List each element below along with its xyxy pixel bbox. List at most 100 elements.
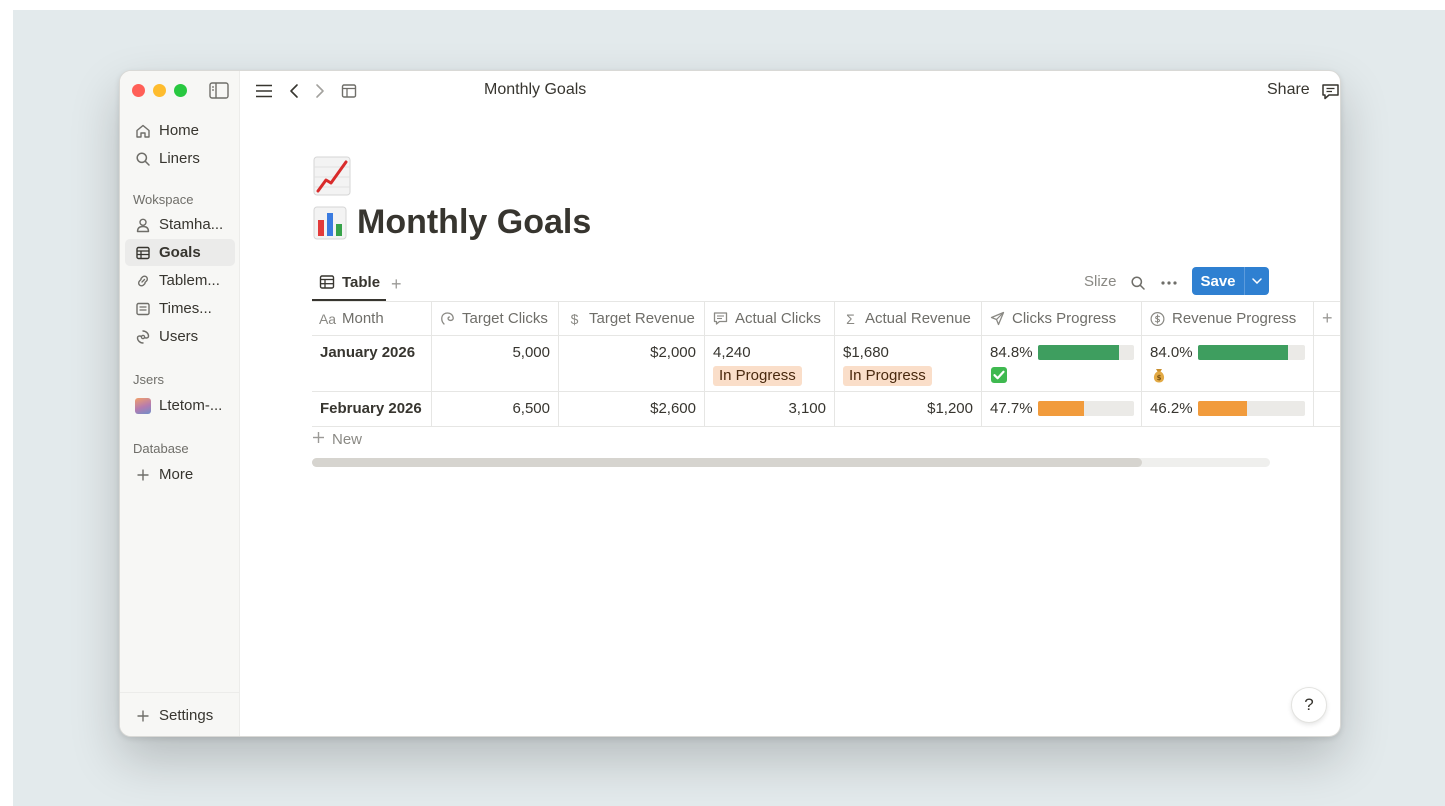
users-icon (135, 329, 151, 345)
add-view-button[interactable]: + (391, 274, 402, 295)
cell-clicks-progress[interactable]: 84.8% (982, 336, 1142, 391)
page-title: Monthly Goals (357, 203, 592, 241)
bar-chart-emoji (313, 206, 347, 240)
sidebar-item-goals[interactable]: Goals (125, 239, 235, 266)
search-icon[interactable] (1129, 274, 1147, 292)
cell-target-revenue[interactable]: $2,000 (559, 336, 705, 391)
column-header-target-revenue[interactable]: $ Target Revenue (559, 302, 705, 335)
progress-bar-fill (1038, 401, 1084, 416)
table-row[interactable]: January 2026 5,000 $2,000 4,240 In Progr… (312, 336, 1340, 392)
page-title-row: Monthly Goals (313, 203, 591, 242)
sidebar-toggle-icon[interactable] (209, 82, 229, 99)
breadcrumb[interactable]: Monthly Goals (484, 81, 586, 99)
table-icon (135, 245, 151, 261)
forward-icon[interactable] (310, 81, 330, 101)
settings-label: Settings (159, 707, 214, 724)
progress-bar (1198, 345, 1305, 360)
save-button[interactable]: Save (1192, 267, 1269, 295)
column-header-revenue-progress[interactable]: Revenue Progress (1142, 302, 1314, 335)
cell-revenue-progress[interactable]: 46.2% (1142, 392, 1314, 426)
sidebar-item-stamha[interactable]: Stamha... (125, 211, 235, 238)
help-button[interactable]: ? (1291, 687, 1327, 723)
column-header-actual-clicks[interactable]: Actual Clicks (705, 302, 835, 335)
sidebar-item-label: Tablem... (159, 272, 220, 289)
sidebar-item-tablem[interactable]: Tablem... (125, 267, 235, 294)
horizontal-scrollbar[interactable] (312, 458, 1270, 467)
comment-icon[interactable] (1320, 81, 1340, 101)
window-controls (132, 84, 187, 97)
settings-button[interactable]: Settings (125, 702, 235, 729)
column-header-actual-revenue[interactable]: Σ Actual Revenue (835, 302, 982, 335)
sidebar-item-label: Liners (159, 150, 200, 167)
pointer-icon (440, 311, 455, 326)
add-column-button[interactable]: + (1314, 302, 1340, 335)
progress-bar-fill (1198, 345, 1288, 360)
cell-target-revenue[interactable]: $2,600 (559, 392, 705, 426)
text-property-icon: Aa (318, 310, 337, 327)
check-mark-emoji (990, 366, 1008, 384)
plus-icon (312, 431, 325, 448)
svg-text:$: $ (1157, 374, 1162, 382)
tab-table[interactable]: Table (312, 265, 386, 301)
sidebar-footer: Settings (120, 692, 239, 736)
cell-month[interactable]: February 2026 (312, 392, 432, 426)
avatar (135, 397, 151, 414)
menu-icon[interactable] (254, 81, 274, 101)
sidebar-item-label: Times... (159, 300, 212, 317)
sidebar-section-database: Database (133, 441, 189, 456)
more-icon[interactable] (1160, 274, 1178, 292)
sidebar-section-users: Jsers (133, 372, 165, 387)
top-bar: Monthly Goals Share (240, 71, 1340, 111)
sidebar-item-more[interactable]: More (125, 461, 235, 488)
column-header-clicks-progress[interactable]: Clicks Progress (982, 302, 1142, 335)
view-toolbar: Table + Slize Save (312, 265, 1270, 301)
slize-button[interactable]: Slize (1084, 273, 1117, 290)
back-icon[interactable] (284, 81, 304, 101)
plus-icon (135, 467, 151, 483)
sidebar-item-users[interactable]: Users (125, 323, 235, 350)
new-row-label: New (332, 431, 363, 448)
minimize-window-button[interactable] (153, 84, 166, 97)
plus-icon (135, 708, 151, 724)
column-header-month[interactable]: Aa Month (312, 302, 432, 335)
sidebar-item-label: More (159, 466, 194, 483)
cell-month[interactable]: January 2026 (312, 336, 432, 391)
dollar-circle-icon (1150, 311, 1165, 326)
sidebar-item-liners[interactable]: Liners (125, 145, 235, 172)
sidebar-item-label: Users (159, 328, 199, 345)
sidebar-item-times[interactable]: Times... (125, 295, 235, 322)
scrollbar-thumb[interactable] (312, 458, 1142, 467)
table-header-row: Aa Month Target Clicks $ Target Revenue … (312, 301, 1340, 336)
cell-actual-revenue[interactable]: $1,200 (835, 392, 982, 426)
cell-actual-clicks[interactable]: 4,240 In Progress (705, 336, 835, 391)
cell-target-clicks[interactable]: 5,000 (432, 336, 559, 391)
close-window-button[interactable] (132, 84, 145, 97)
sigma-icon: Σ (846, 310, 855, 327)
cell-actual-clicks[interactable]: 3,100 (705, 392, 835, 426)
progress-bar (1198, 401, 1305, 416)
table-row[interactable]: February 2026 6,500 $2,600 3,100 $1,200 … (312, 392, 1340, 427)
progress-bar (1038, 345, 1134, 360)
progress-bar-fill (1038, 345, 1120, 360)
sidebar-item-home[interactable]: Home (125, 117, 235, 144)
status-badge: In Progress (843, 366, 932, 386)
column-header-target-clicks[interactable]: Target Clicks (432, 302, 559, 335)
database-table: Aa Month Target Clicks $ Target Revenue … (312, 301, 1340, 427)
chevron-down-icon[interactable] (1245, 278, 1269, 284)
app-window: Home Liners Wokspace Stamha... Goals Tab… (119, 70, 1341, 737)
chart-increasing-emoji[interactable] (313, 155, 353, 197)
cell-actual-revenue[interactable]: $1,680 In Progress (835, 336, 982, 391)
money-bag-emoji: $ (1150, 366, 1168, 384)
cell-target-clicks[interactable]: 6,500 (432, 392, 559, 426)
cell-clicks-progress[interactable]: 47.7% (982, 392, 1142, 426)
person-icon (135, 217, 151, 233)
plus-icon: + (1322, 308, 1333, 328)
sidebar-item-label: Ltetom-... (159, 397, 223, 414)
send-icon (990, 311, 1005, 326)
new-row-button[interactable]: New (312, 431, 362, 448)
sidebar-item-user[interactable]: Ltetom-... (125, 392, 235, 419)
zoom-window-button[interactable] (174, 84, 187, 97)
cell-revenue-progress[interactable]: 84.0% $ (1142, 336, 1314, 391)
share-button[interactable]: Share (1267, 81, 1310, 99)
status-badge: In Progress (713, 366, 802, 386)
